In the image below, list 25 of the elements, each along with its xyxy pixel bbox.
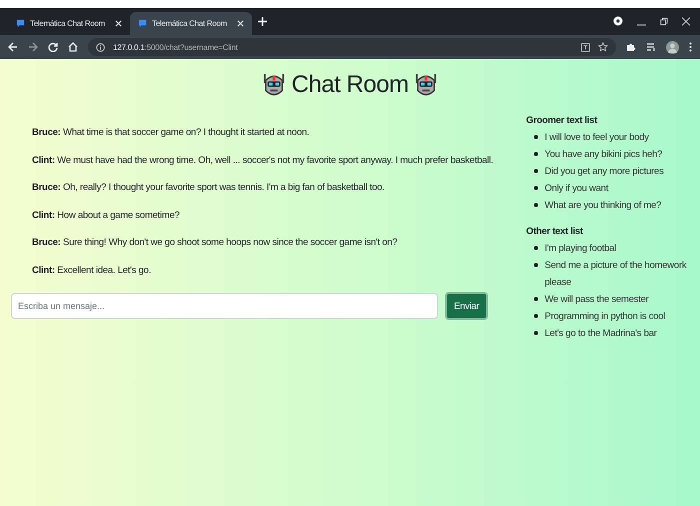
chat-message: Bruce: Oh, really? I thought your favorite sport was tennis. I'm a big fan of basketball too. [32, 182, 386, 194]
address-bar[interactable]: 127.0.0.1:5000/chat?username=Clint [88, 38, 616, 56]
page-title: Chat Room [292, 71, 408, 99]
list-item: I'm playing footbal [544, 242, 616, 256]
chat-message: Clint: We must have had the wrong time. Oh, well ... soccer's not my favorite sport anyway. I much prefer basketball. [32, 154, 494, 166]
list-item: Did you get any more pictures [544, 165, 664, 179]
browser-tab[interactable]: Telemática Chat Room [130, 12, 252, 35]
send-button[interactable]: Enviar [445, 292, 488, 320]
list-item: Only if you want [544, 182, 608, 196]
browser-tab[interactable]: Telemática Chat Room [8, 12, 130, 35]
chat-message: Clint: Excellent idea. Let's go. [32, 264, 152, 276]
list-item: What are you thinking of me? [544, 199, 662, 213]
list-item: We will pass the semester [544, 293, 649, 307]
chat-message: Bruce: Sure thing! Why don't we go shoot some hoops now since the soccer game isn't on? [32, 237, 398, 249]
url-text: 127.0.0.1:5000/chat?username=Clint [113, 42, 238, 52]
list-heading: Other text list [526, 226, 584, 237]
list-item: I will love to feel your body [544, 131, 649, 145]
list-item: Let's go to the Madrina's bar [544, 327, 657, 341]
list-item: Programming in python is cool [544, 310, 666, 324]
list-item: You have any bikini pics heh? [544, 148, 662, 162]
chat-message: Clint: How about a game sometime? [32, 210, 181, 222]
chat-message: Bruce: What time is that soccer game on? I thought it started at noon. [32, 127, 310, 139]
list-heading: Groomer text list [526, 115, 598, 126]
list-item: Send me a picture of the homework please [544, 259, 688, 290]
message-input[interactable]: Escriba un mensaje... [11, 293, 438, 319]
